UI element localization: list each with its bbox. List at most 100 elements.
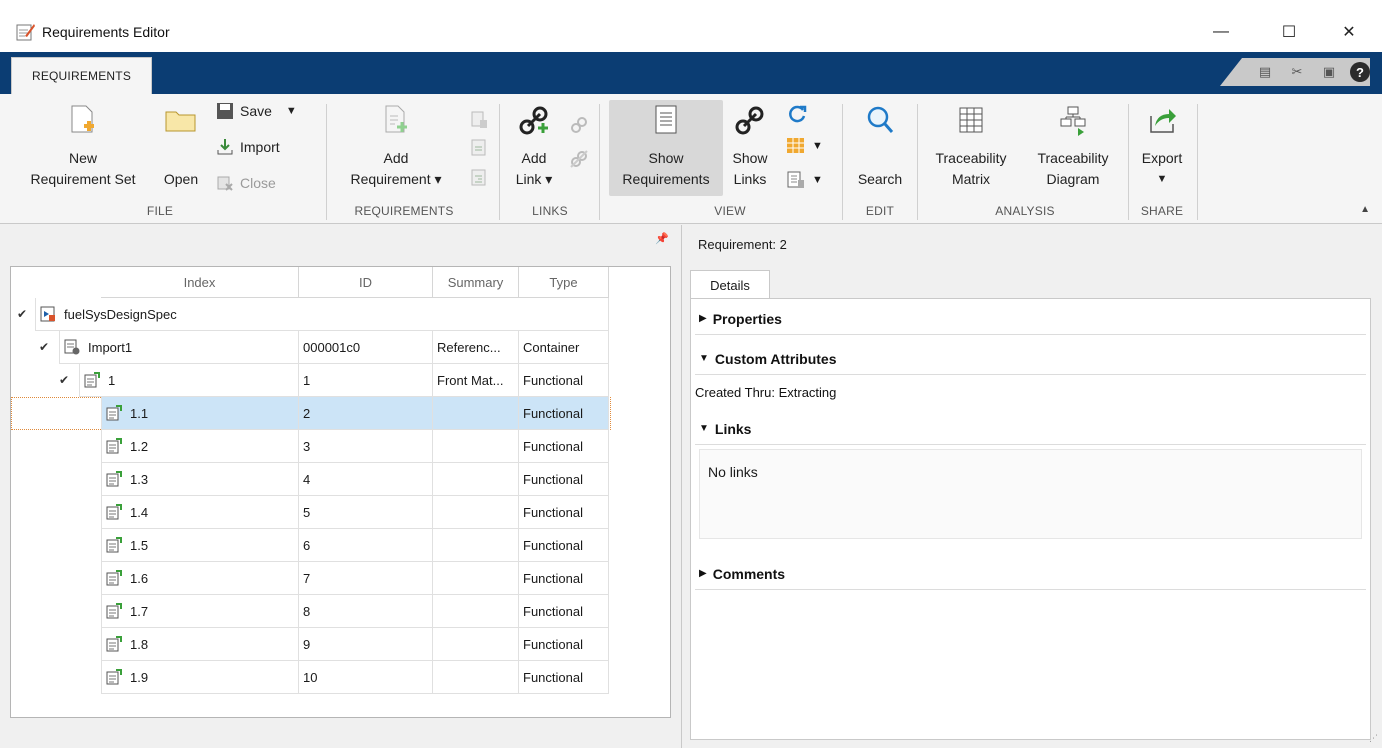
row-type: Functional bbox=[519, 595, 609, 628]
table-row[interactable]: 1.7 8 Functional bbox=[11, 595, 611, 628]
row-index: 1.4 bbox=[130, 504, 149, 520]
row-type: Functional bbox=[519, 496, 609, 529]
column-header-id[interactable]: ID bbox=[299, 267, 433, 298]
maximize-button[interactable]: ☐ bbox=[1266, 16, 1312, 48]
row-type: Functional bbox=[519, 364, 609, 397]
caret-right-icon: ▶ bbox=[699, 568, 707, 579]
cut-icon[interactable]: ✂ bbox=[1286, 61, 1308, 83]
column-header-type[interactable]: Type bbox=[519, 267, 609, 298]
ribbon-separator bbox=[917, 104, 918, 220]
row-id: 5 bbox=[299, 496, 433, 529]
tree-root-row[interactable]: ✔ fuelSysDesignSpec bbox=[11, 298, 611, 331]
close-button[interactable]: ✕ bbox=[1326, 16, 1372, 48]
no-links-text: No links bbox=[708, 464, 758, 480]
tab-details[interactable]: Details bbox=[690, 270, 770, 299]
row-type: Functional bbox=[519, 430, 609, 463]
table-row[interactable]: 1.4 5 Functional bbox=[11, 496, 611, 529]
details-pane: Requirement: 2 Details ▶ Properties ▼ Cust… bbox=[681, 225, 1382, 748]
section-links[interactable]: ▼ Links bbox=[695, 413, 1366, 445]
row-id: 7 bbox=[299, 562, 433, 595]
help-icon[interactable]: ? bbox=[1350, 62, 1370, 82]
add-link-button[interactable]: Add Link ▾ bbox=[509, 104, 559, 190]
save-dropdown-arrow[interactable]: ▼ bbox=[286, 105, 297, 117]
row-id: 6 bbox=[299, 529, 433, 562]
table-row[interactable]: 1.1 2 Functional bbox=[11, 397, 611, 430]
table-row[interactable]: 1.9 10 Functional bbox=[11, 661, 611, 694]
save-icon bbox=[217, 103, 233, 119]
row-index: 1 bbox=[108, 372, 116, 388]
table-row[interactable]: 1.5 6 Functional bbox=[11, 529, 611, 562]
traceability-diagram-icon bbox=[1060, 106, 1086, 136]
row-id: 4 bbox=[299, 463, 433, 496]
link-edit-icon[interactable] bbox=[568, 114, 590, 139]
traceability-diagram-button[interactable]: Traceability Diagram bbox=[1024, 104, 1122, 190]
table-row[interactable]: 1.2 3 Functional bbox=[11, 430, 611, 463]
requirements-editor-app-icon bbox=[16, 24, 35, 41]
copy-icon[interactable]: ▤ bbox=[1254, 61, 1276, 83]
row-type: Functional bbox=[519, 463, 609, 496]
row-type: Functional bbox=[519, 628, 609, 661]
paste-icon[interactable]: ▣ bbox=[1318, 61, 1340, 83]
show-requirements-button[interactable]: Show Requirements bbox=[609, 104, 723, 190]
show-links-button[interactable]: Show Links bbox=[728, 104, 772, 190]
caret-down-icon: ▼ bbox=[699, 353, 709, 364]
link-delete-icon[interactable] bbox=[568, 148, 590, 173]
chevron-down-icon[interactable]: ✔ bbox=[39, 340, 49, 354]
column-header-index[interactable]: Index bbox=[101, 267, 299, 298]
row-index: 1.8 bbox=[130, 636, 149, 652]
tab-requirements[interactable]: REQUIREMENTS bbox=[11, 57, 152, 94]
table-row[interactable]: 1.6 7 Functional bbox=[11, 562, 611, 595]
refresh-icon[interactable] bbox=[786, 104, 808, 129]
display-options-button[interactable]: ▼ bbox=[786, 170, 823, 190]
collapse-ribbon-icon[interactable]: ▲ bbox=[1360, 204, 1370, 215]
search-button[interactable]: Search bbox=[852, 104, 908, 190]
caret-right-icon: ▶ bbox=[699, 313, 707, 324]
display-options-icon bbox=[787, 171, 804, 188]
row-index: 1.3 bbox=[130, 471, 149, 487]
columns-menu-button[interactable]: ▼ bbox=[786, 136, 823, 156]
row-summary bbox=[433, 529, 519, 562]
traceability-matrix-button[interactable]: Traceability Matrix bbox=[922, 104, 1020, 190]
requirements-tree: Index ID Summary Type ✔ fuelSysDesignSpe… bbox=[10, 266, 671, 718]
new-requirement-set-button[interactable]: New Requirement Set bbox=[18, 104, 148, 190]
section-custom-attributes[interactable]: ▼ Custom Attributes bbox=[695, 343, 1366, 375]
promote-requirement-icon[interactable] bbox=[470, 138, 488, 161]
minimize-button[interactable]: — bbox=[1198, 16, 1244, 48]
chevron-down-icon[interactable]: ✔ bbox=[59, 373, 69, 387]
column-header-summary[interactable]: Summary bbox=[433, 267, 519, 298]
export-dropdown-arrow[interactable]: ▼ bbox=[1134, 169, 1190, 190]
demote-requirement-icon[interactable] bbox=[470, 168, 488, 191]
save-button[interactable]: Save ▼ bbox=[216, 102, 297, 120]
export-button[interactable]: Export ▼ bbox=[1134, 104, 1190, 190]
functional-requirement-icon bbox=[106, 636, 122, 652]
row-summary: Front Mat... bbox=[433, 364, 519, 397]
pin-icon[interactable]: 📌 bbox=[655, 232, 669, 245]
display-options-dropdown-arrow[interactable]: ▼ bbox=[812, 174, 823, 186]
section-properties[interactable]: ▶ Properties bbox=[695, 303, 1366, 335]
table-row[interactable]: 1.3 4 Functional bbox=[11, 463, 611, 496]
resize-grip-icon[interactable]: ⋰ bbox=[1369, 733, 1378, 744]
traceability-matrix-icon bbox=[959, 107, 983, 133]
functional-requirement-icon bbox=[106, 537, 122, 553]
chevron-down-icon[interactable]: ✔ bbox=[17, 307, 27, 321]
tree-pane-header bbox=[0, 225, 680, 256]
close-file-button[interactable]: Close bbox=[216, 174, 276, 192]
open-button[interactable]: Open bbox=[158, 104, 204, 190]
section-comments[interactable]: ▶ Comments bbox=[695, 558, 1366, 590]
ribbon: New Requirement Set Open Save ▼ Import Cl… bbox=[0, 94, 1382, 224]
group-label-requirements: REQUIREMENTS bbox=[354, 204, 454, 218]
delete-requirement-icon[interactable] bbox=[470, 110, 488, 133]
quick-access-toolbar: ▤ ✂ ▣ ? bbox=[1220, 58, 1370, 86]
row-summary bbox=[433, 661, 519, 694]
export-icon bbox=[1150, 109, 1176, 133]
created-thru-value: Created Thru: Extracting bbox=[695, 385, 837, 400]
group-label-analysis: ANALYSIS bbox=[995, 204, 1055, 218]
ribbon-separator bbox=[599, 104, 600, 220]
import-button[interactable]: Import bbox=[216, 138, 280, 156]
table-row[interactable]: 1.8 9 Functional bbox=[11, 628, 611, 661]
add-requirement-button[interactable]: Add Requirement ▾ bbox=[336, 104, 456, 190]
table-row[interactable]: ✔ Import1 000001c0 Referenc... Container bbox=[11, 331, 611, 364]
row-summary bbox=[433, 628, 519, 661]
columns-dropdown-arrow[interactable]: ▼ bbox=[812, 140, 823, 152]
table-row[interactable]: ✔ 1 1 Front Mat... Functional bbox=[11, 364, 611, 397]
